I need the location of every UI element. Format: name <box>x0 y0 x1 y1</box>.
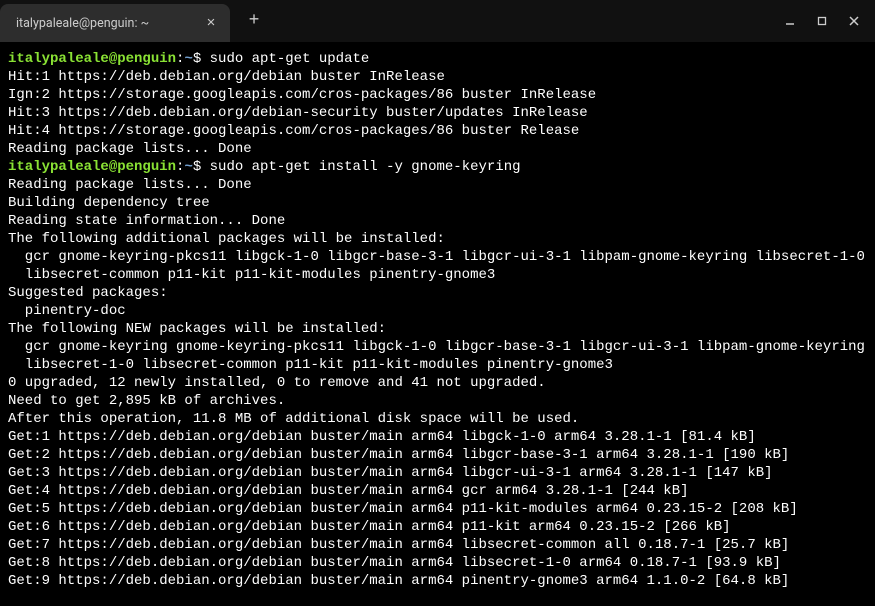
output-line: Reading package lists... Done <box>8 140 867 158</box>
prompt-dollar: $ <box>193 51 201 67</box>
maximize-button[interactable] <box>807 7 837 35</box>
output-line: Get:6 https://deb.debian.org/debian bust… <box>8 518 867 536</box>
output-line: Get:2 https://deb.debian.org/debian bust… <box>8 446 867 464</box>
tab-area: italypaleale@penguin: ~ × + <box>0 0 268 42</box>
titlebar: italypaleale@penguin: ~ × + <box>0 0 875 42</box>
output-line: Get:1 https://deb.debian.org/debian bust… <box>8 428 867 446</box>
output-line: Hit:3 https://deb.debian.org/debian-secu… <box>8 104 867 122</box>
output-line: Suggested packages: <box>8 284 867 302</box>
command-text: sudo apt-get update <box>201 51 369 67</box>
output-line: The following NEW packages will be insta… <box>8 320 867 338</box>
prompt-path: ~ <box>184 159 192 175</box>
output-line: 0 upgraded, 12 newly installed, 0 to rem… <box>8 374 867 392</box>
prompt-line: italypaleale@penguin:~$ sudo apt-get ins… <box>8 158 867 176</box>
output-line: libsecret-1-0 libsecret-common p11-kit p… <box>8 356 867 374</box>
output-line: Get:8 https://deb.debian.org/debian bust… <box>8 554 867 572</box>
prompt-user-host: italypaleale@penguin <box>8 159 176 175</box>
prompt-user-host: italypaleale@penguin <box>8 51 176 67</box>
prompt-line: italypaleale@penguin:~$ sudo apt-get upd… <box>8 50 867 68</box>
output-line: libsecret-common p11-kit p11-kit-modules… <box>8 266 867 284</box>
output-line: Get:3 https://deb.debian.org/debian bust… <box>8 464 867 482</box>
output-line: Reading state information... Done <box>8 212 867 230</box>
window-controls <box>775 7 875 35</box>
output-line: Get:7 https://deb.debian.org/debian bust… <box>8 536 867 554</box>
prompt-path: ~ <box>184 51 192 67</box>
close-button[interactable] <box>839 7 869 35</box>
terminal-tab[interactable]: italypaleale@penguin: ~ × <box>0 4 230 42</box>
maximize-icon <box>816 15 828 27</box>
plus-icon: + <box>249 12 260 30</box>
tab-title: italypaleale@penguin: ~ <box>16 16 202 31</box>
close-icon <box>848 15 860 27</box>
new-tab-button[interactable]: + <box>240 7 268 35</box>
output-line: Reading package lists... Done <box>8 176 867 194</box>
output-line: Ign:2 https://storage.googleapis.com/cro… <box>8 86 867 104</box>
output-line: Hit:1 https://deb.debian.org/debian bust… <box>8 68 867 86</box>
output-line: Get:5 https://deb.debian.org/debian bust… <box>8 500 867 518</box>
minimize-button[interactable] <box>775 7 805 35</box>
close-tab-icon[interactable]: × <box>202 14 220 32</box>
output-line: Need to get 2,895 kB of archives. <box>8 392 867 410</box>
prompt-dollar: $ <box>193 159 201 175</box>
output-line: gcr gnome-keyring gnome-keyring-pkcs11 l… <box>8 338 867 356</box>
minimize-icon <box>784 15 796 27</box>
output-line: The following additional packages will b… <box>8 230 867 248</box>
output-line: Hit:4 https://storage.googleapis.com/cro… <box>8 122 867 140</box>
output-line: pinentry-doc <box>8 302 867 320</box>
output-line: Get:9 https://deb.debian.org/debian bust… <box>8 572 867 590</box>
terminal-content[interactable]: italypaleale@penguin:~$ sudo apt-get upd… <box>0 42 875 598</box>
command-text: sudo apt-get install -y gnome-keyring <box>201 159 520 175</box>
output-line: gcr gnome-keyring-pkcs11 libgck-1-0 libg… <box>8 248 867 266</box>
output-line: Building dependency tree <box>8 194 867 212</box>
output-line: Get:4 https://deb.debian.org/debian bust… <box>8 482 867 500</box>
output-line: After this operation, 11.8 MB of additio… <box>8 410 867 428</box>
